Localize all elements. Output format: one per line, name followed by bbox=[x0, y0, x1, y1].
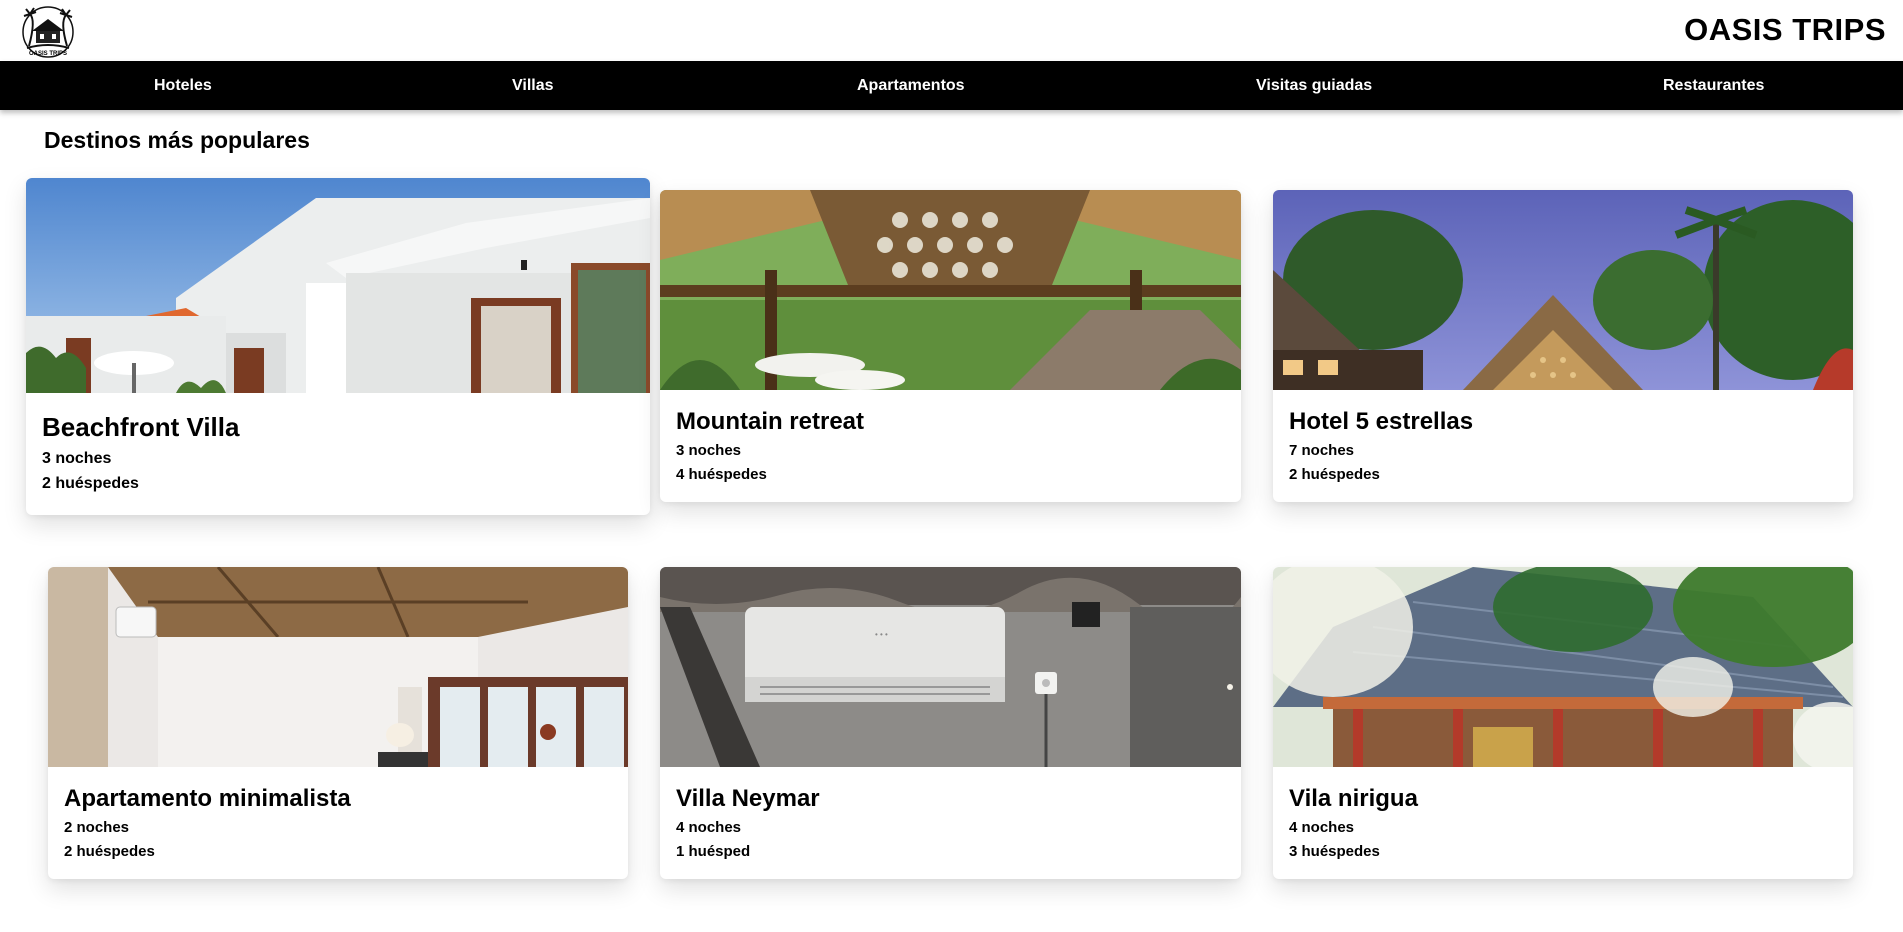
card-nights: 2 noches bbox=[64, 819, 130, 836]
card-guests: 3 huéspedes bbox=[1289, 843, 1380, 860]
nav-item-restaurantes[interactable]: Restaurantes bbox=[1663, 61, 1764, 110]
site-header: OASIS TRIPS OASIS TRIPS bbox=[0, 0, 1903, 61]
white-modern-villa-photo bbox=[26, 178, 650, 393]
bamboo-pavilion-photo bbox=[660, 190, 1241, 390]
main-nav: Hoteles Villas Apartamentos Visitas guia… bbox=[0, 61, 1903, 110]
card-nights: 3 noches bbox=[676, 442, 742, 459]
nav-item-visitas-guiadas[interactable]: Visitas guiadas bbox=[1256, 61, 1372, 110]
tropical-resort-dusk-photo bbox=[1273, 190, 1853, 390]
card-title: Beachfront Villa bbox=[42, 412, 240, 442]
nav-item-hoteles[interactable]: Hoteles bbox=[154, 61, 212, 110]
svg-text:OASIS TRIPS: OASIS TRIPS bbox=[29, 51, 67, 57]
destination-card[interactable]: Apartamento minimalista 2 noches 2 huésp… bbox=[48, 567, 628, 879]
minimalist-bedroom-photo bbox=[48, 567, 628, 767]
svg-text:• • •: • • • bbox=[875, 630, 888, 639]
destination-card[interactable]: Hotel 5 estrellas 7 noches 2 huéspedes bbox=[1273, 190, 1853, 502]
air-conditioner-wall-photo: • • • bbox=[660, 567, 1241, 767]
card-nights: 3 noches bbox=[42, 450, 112, 467]
card-guests: 2 huéspedes bbox=[1289, 466, 1380, 483]
destination-card[interactable]: • • • Villa Neymar 4 noches 1 huésped bbox=[660, 567, 1241, 879]
card-title: Hotel 5 estrellas bbox=[1289, 408, 1474, 435]
destination-card[interactable]: Beachfront Villa 3 noches 2 huéspedes bbox=[26, 178, 650, 515]
card-guests: 2 huéspedes bbox=[42, 475, 139, 492]
card-guests: 2 huéspedes bbox=[64, 843, 155, 860]
palm-tree-hut-logo[interactable]: OASIS TRIPS bbox=[22, 6, 74, 58]
card-nights: 4 noches bbox=[1289, 819, 1355, 836]
card-title: Villa Neymar bbox=[676, 785, 820, 812]
card-guests: 1 huésped bbox=[676, 843, 751, 860]
destination-card[interactable]: Vila nirigua 4 noches 3 huéspedes bbox=[1273, 567, 1853, 879]
nav-item-apartamentos[interactable]: Apartamentos bbox=[857, 61, 965, 110]
card-nights: 7 noches bbox=[1289, 442, 1355, 459]
card-guests: 4 huéspedes bbox=[676, 466, 767, 483]
destination-card[interactable]: Mountain retreat 3 noches 4 huéspedes bbox=[660, 190, 1241, 502]
brand-name: OASIS TRIPS bbox=[1684, 12, 1886, 47]
card-title: Vila nirigua bbox=[1289, 785, 1418, 812]
card-title: Apartamento minimalista bbox=[64, 785, 351, 812]
balinese-temple-roof-photo bbox=[1273, 567, 1853, 767]
card-title: Mountain retreat bbox=[676, 408, 865, 435]
section-title: Destinos más populares bbox=[44, 127, 310, 153]
card-nights: 4 noches bbox=[676, 819, 742, 836]
nav-item-villas[interactable]: Villas bbox=[512, 61, 554, 110]
